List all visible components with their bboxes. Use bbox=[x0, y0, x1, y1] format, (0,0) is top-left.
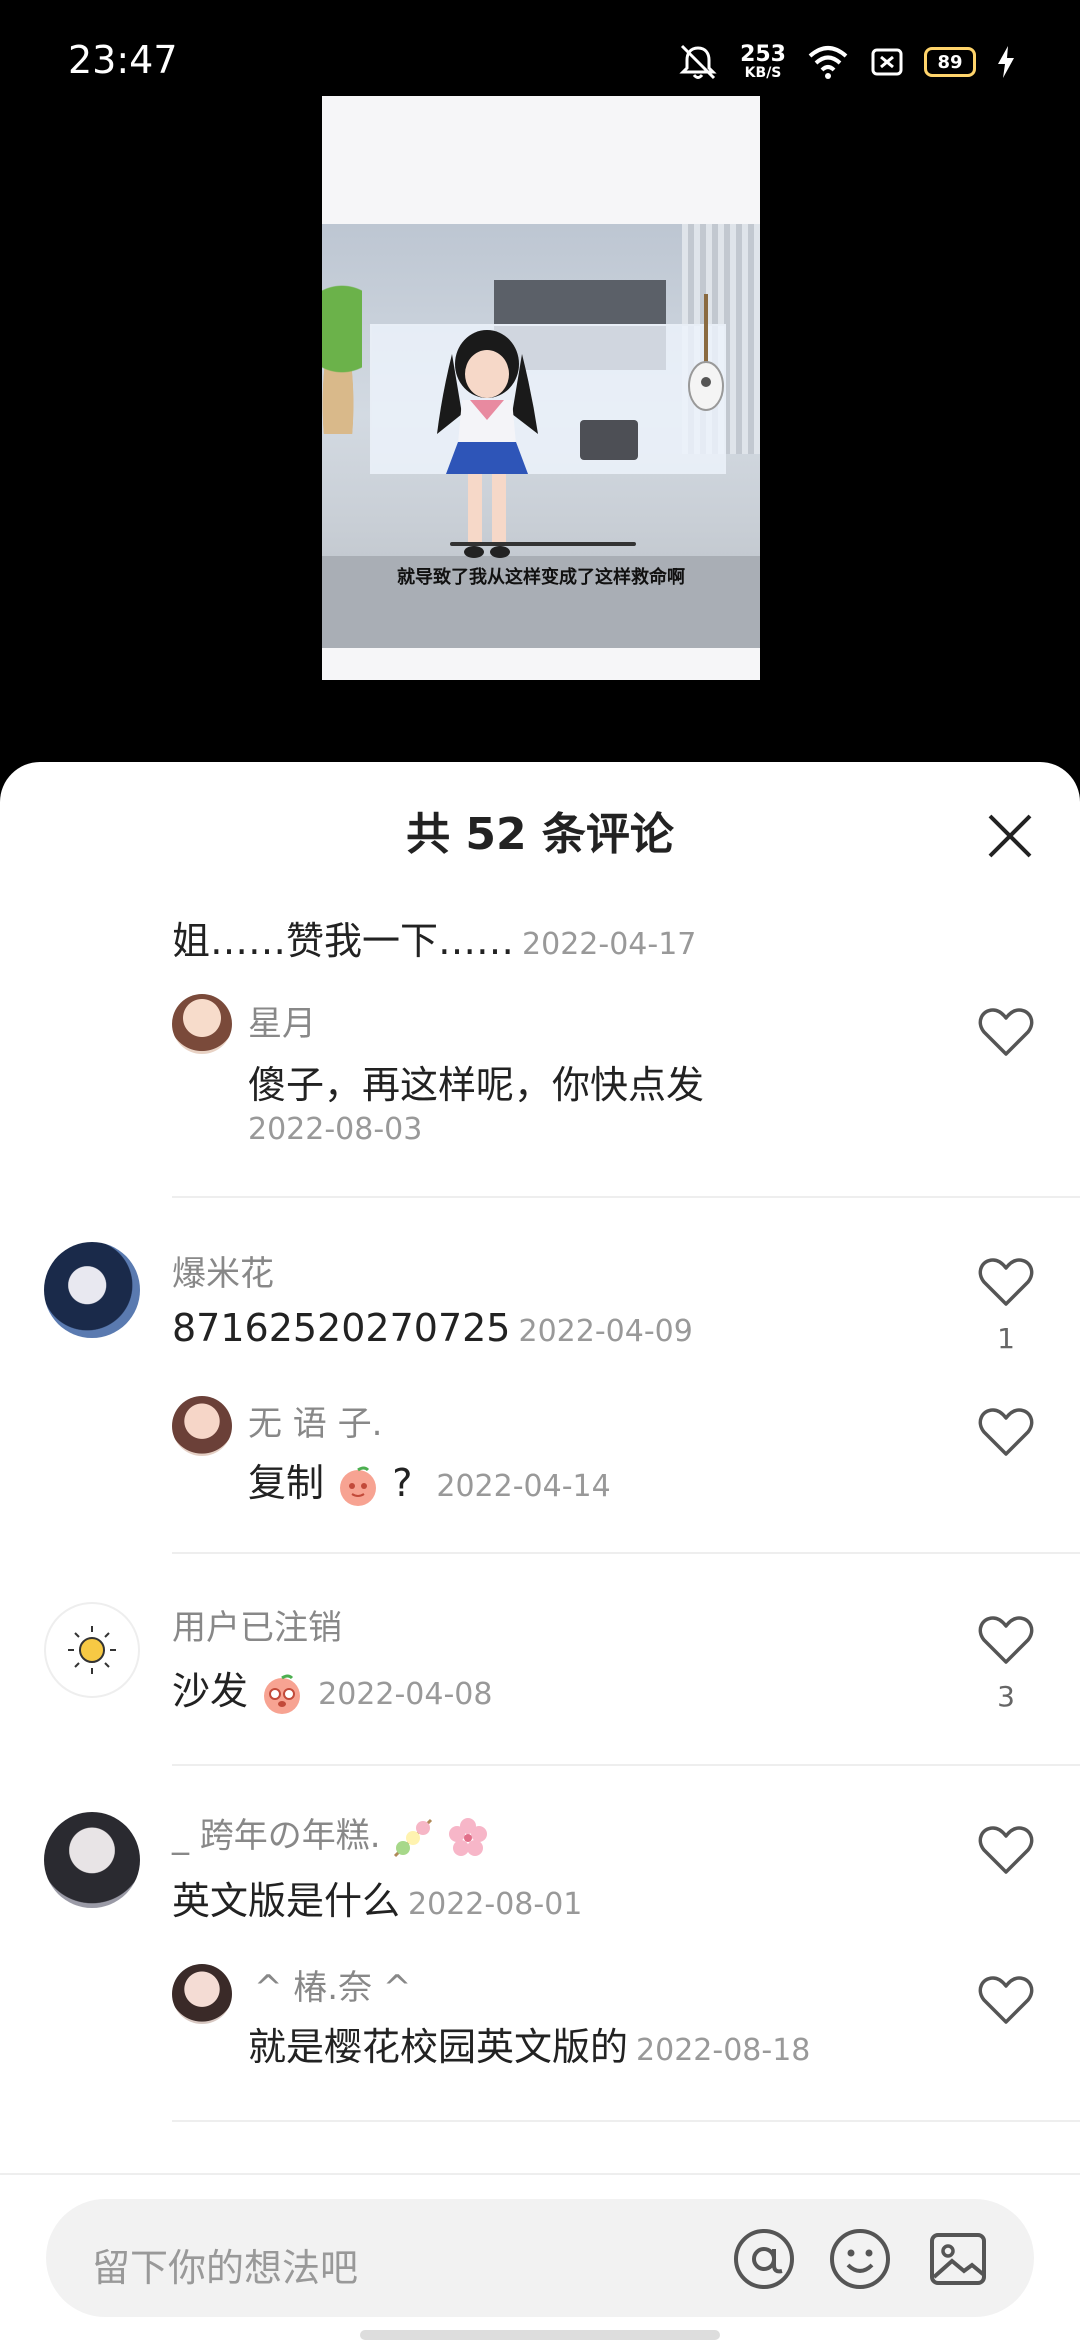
like-count: 3 bbox=[997, 1680, 1015, 1713]
divider bbox=[172, 2120, 1080, 2122]
video-caption: 就导致了我从这样变成了这样救命啊 bbox=[397, 567, 685, 588]
battery-indicator: 89 bbox=[924, 47, 976, 77]
peach-face-emoji-icon bbox=[264, 1674, 301, 1714]
comment-count-title: 共 52 条评论 bbox=[406, 809, 674, 860]
divider bbox=[172, 1764, 1080, 1766]
comment-text: 87162520270725 2022-04-09 bbox=[172, 1306, 693, 1350]
comment-author[interactable]: ^ 椿.奈 ^ bbox=[254, 1960, 411, 2009]
status-time: 23:47 bbox=[68, 38, 178, 82]
avatar[interactable] bbox=[172, 1396, 232, 1456]
comment-author[interactable]: 星月 bbox=[248, 996, 316, 1045]
heart-icon[interactable] bbox=[978, 1406, 1034, 1458]
divider bbox=[172, 1552, 1080, 1554]
emoji-icon[interactable] bbox=[828, 2227, 892, 2291]
comment-date: 2022-04-14 bbox=[436, 1469, 611, 1504]
status-icons: 253 KB/S 89 bbox=[676, 42, 1016, 82]
heart-icon[interactable] bbox=[978, 1256, 1034, 1308]
avatar[interactable] bbox=[44, 1812, 140, 1908]
comment-date: 2022-08-18 bbox=[636, 2033, 811, 2068]
comment-author[interactable]: 爆米花 bbox=[172, 1246, 274, 1295]
comment-input-placeholder: 留下你的想法吧 bbox=[92, 2246, 359, 2290]
comment-text: 傻子，再这样呢，你快点发 bbox=[248, 1063, 705, 1107]
mute-icon bbox=[679, 44, 717, 80]
comment-author[interactable]: 用户已注销 bbox=[172, 1600, 342, 1649]
heart-icon[interactable] bbox=[978, 1614, 1034, 1666]
like-count: 1 bbox=[997, 1322, 1015, 1355]
avatar[interactable] bbox=[172, 1964, 232, 2024]
avatar[interactable] bbox=[172, 994, 232, 1054]
image-icon[interactable] bbox=[926, 2227, 990, 2291]
comment-author[interactable]: _ 跨年の年糕. bbox=[172, 1808, 490, 1860]
comment-date: 2022-08-01 bbox=[408, 1887, 583, 1922]
video-progress-bar[interactable] bbox=[450, 542, 636, 546]
close-icon[interactable] bbox=[980, 806, 1040, 866]
divider bbox=[172, 1196, 1080, 1198]
heart-icon[interactable] bbox=[978, 1006, 1034, 1058]
comment-text: 复制 ? 2022-04-14 bbox=[248, 1452, 611, 1508]
sakura-emoji-icon bbox=[449, 1817, 488, 1856]
comment-date: 2022-04-17 bbox=[522, 927, 697, 962]
heart-icon[interactable] bbox=[978, 1824, 1034, 1876]
comment-input-bar: 留下你的想法吧 bbox=[0, 2173, 1080, 2340]
at-icon[interactable] bbox=[732, 2227, 796, 2291]
comment-date: 2022-04-08 bbox=[318, 1677, 493, 1712]
peach-emoji-icon bbox=[340, 1466, 377, 1506]
guitar-image bbox=[688, 294, 724, 411]
sun-icon bbox=[68, 1626, 116, 1674]
comment-text: 英文版是什么 2022-08-01 bbox=[172, 1879, 583, 1923]
comment-date: 2022-04-09 bbox=[518, 1314, 693, 1349]
net-speed-value: 253 bbox=[740, 42, 786, 67]
net-speed-unit: KB/S bbox=[744, 65, 782, 81]
dango-emoji-icon bbox=[394, 1818, 433, 1857]
screen: 23:47 253 KB/S 89 就导致了我从这样变成了这样救命啊 共 52 … bbox=[0, 0, 1080, 2340]
heart-icon[interactable] bbox=[978, 1974, 1034, 2026]
comment-author[interactable]: 无 语 子. bbox=[248, 1396, 382, 1445]
comment-input[interactable]: 留下你的想法吧 bbox=[46, 2199, 1034, 2317]
charging-icon bbox=[998, 46, 1014, 78]
comment-sheet: 共 52 条评论 姐……赞我一下…… 2022-04-17 星月 傻子，再这样呢，… bbox=[0, 762, 1080, 2340]
avatar[interactable] bbox=[44, 1242, 140, 1338]
plant-image bbox=[322, 284, 362, 434]
comment-text: 姐……赞我一下…… 2022-04-17 bbox=[172, 919, 697, 963]
wifi-icon bbox=[808, 46, 848, 79]
sim-icon bbox=[871, 48, 903, 76]
home-indicator[interactable] bbox=[360, 2330, 720, 2340]
video-player[interactable]: 就导致了我从这样变成了这样救命啊 bbox=[322, 96, 760, 680]
net-speed: 253 KB/S bbox=[740, 42, 786, 81]
comment-text: 沙发 2022-04-08 bbox=[172, 1660, 492, 1716]
comment-text: 就是樱花校园英文版的 2022-08-18 bbox=[248, 2025, 811, 2069]
comment-date: 2022-08-03 bbox=[248, 1112, 423, 1147]
avatar[interactable] bbox=[44, 1602, 140, 1698]
